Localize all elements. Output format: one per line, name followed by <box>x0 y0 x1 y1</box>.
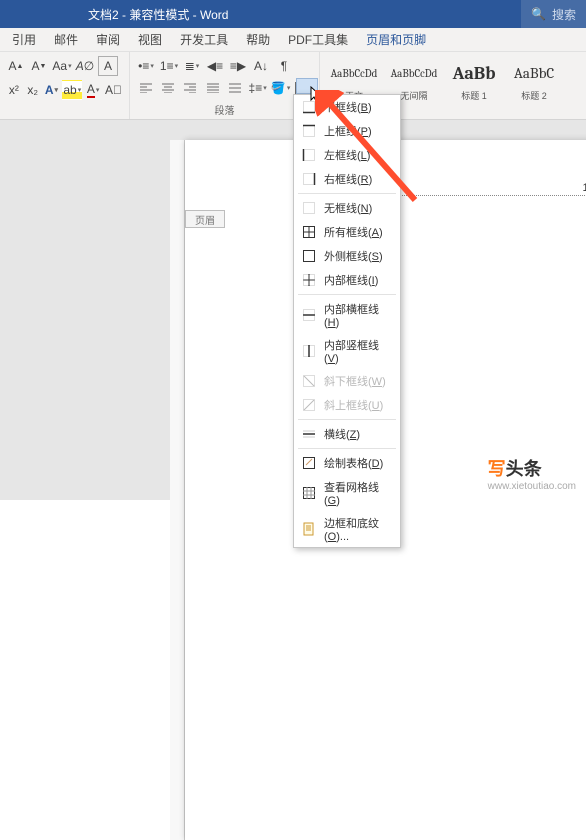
align-center-button[interactable] <box>158 78 177 98</box>
watermark-b: 头条 <box>506 459 542 479</box>
menu-separator <box>298 419 396 420</box>
text-effects-button[interactable]: A▾ <box>44 80 60 100</box>
menu-separator <box>298 294 396 295</box>
border-menu-hline[interactable]: 横线(Z) <box>294 422 400 446</box>
border-menu-ih[interactable]: 内部横框线(H) <box>294 297 400 333</box>
border-menu-none[interactable]: 无框线(N) <box>294 196 400 220</box>
show-marks-button[interactable]: ¶ <box>274 56 294 76</box>
style-标题 1[interactable]: AaBb标题 1 <box>446 56 502 105</box>
border-menu-top[interactable]: 上框线(P) <box>294 119 400 143</box>
window-title: 文档2 - 兼容性模式 - Word <box>88 6 228 23</box>
font-group: A▲ A▼ Aa▾ A∅ A x² x₂ A▾ ab▾ A▾ A⃞ <box>0 52 130 119</box>
borders-button-highlight <box>296 78 318 94</box>
border-menu-iv[interactable]: 内部竖框线(V) <box>294 333 400 369</box>
border-menu-inside[interactable]: 内部框线(I) <box>294 268 400 292</box>
superscript-button[interactable]: x² <box>6 80 22 100</box>
borders-dropdown-menu: 下框线(B)上框线(P)左框线(L)右框线(R) 无框线(N)所有框线(A)外侧框… <box>293 94 401 548</box>
indent-inc-button[interactable]: ≡▶ <box>228 56 248 76</box>
highlight-button[interactable]: ab▾ <box>62 80 82 100</box>
sort-button[interactable]: A↓ <box>251 56 271 76</box>
border-menu-grid[interactable]: 查看网格线(G) <box>294 475 400 511</box>
paragraph-group: •≡▾ 1≡▾ ≣▾ ◀≡ ≡▶ A↓ ¶ ‡≡▾ � <box>130 52 320 119</box>
font-size-up-button[interactable]: A▲ <box>6 56 26 76</box>
subscript-button[interactable]: x₂ <box>25 80 41 100</box>
border-menu-left[interactable]: 左框线(L) <box>294 143 400 167</box>
border-menu-outside[interactable]: 外侧框线(S) <box>294 244 400 268</box>
header-text[interactable]: 111111111 <box>578 182 586 194</box>
shading-button[interactable]: 🪣▾ <box>271 78 291 98</box>
style-标题 2[interactable]: AaBbC标题 2 <box>506 56 562 105</box>
line-spacing-button[interactable]: ‡≡▾ <box>248 78 268 98</box>
header-label: 页眉 <box>185 210 225 228</box>
tab-开发工具[interactable]: 开发工具 <box>172 28 236 51</box>
tab-PDF工具集[interactable]: PDF工具集 <box>280 28 356 51</box>
char-shading-button[interactable]: A⃞ <box>104 80 123 100</box>
ribbon-tabs: 引用邮件审阅视图开发工具帮助PDF工具集页眉和页脚 <box>0 28 586 52</box>
search-icon: 🔍 <box>531 7 546 21</box>
font-size-down-button[interactable]: A▼ <box>29 56 49 76</box>
border-menu-bottom[interactable]: 下框线(B) <box>294 95 400 119</box>
border-menu-dlg[interactable]: 边框和底纹(O)... <box>294 511 400 547</box>
vertical-ruler[interactable] <box>170 140 185 840</box>
distribute-button[interactable] <box>225 78 244 98</box>
watermark: 写头条 www.xietoutiao.com <box>488 455 576 492</box>
border-menu-draw[interactable]: 绘制表格(D) <box>294 451 400 475</box>
border-menu-diag2: 斜上框线(U) <box>294 393 400 417</box>
border-menu-diag1: 斜下框线(W) <box>294 369 400 393</box>
numbering-button[interactable]: 1≡▾ <box>159 56 179 76</box>
paragraph-group-label: 段落 <box>136 102 313 117</box>
tab-页眉和页脚[interactable]: 页眉和页脚 <box>358 28 434 51</box>
menu-separator <box>298 193 396 194</box>
align-justify-button[interactable] <box>203 78 222 98</box>
tab-帮助[interactable]: 帮助 <box>238 28 278 51</box>
menu-separator <box>298 448 396 449</box>
search-box[interactable]: 🔍 搜索 <box>521 0 586 28</box>
clear-format-button[interactable]: A∅ <box>75 56 95 76</box>
change-case-button[interactable]: Aa▾ <box>52 56 72 76</box>
watermark-a: 写 <box>488 459 506 479</box>
tab-邮件[interactable]: 邮件 <box>46 28 86 51</box>
char-border-button[interactable]: A <box>98 56 118 76</box>
border-menu-right[interactable]: 右框线(R) <box>294 167 400 191</box>
search-placeholder: 搜索 <box>552 6 576 23</box>
align-right-button[interactable] <box>181 78 200 98</box>
indent-dec-button[interactable]: ◀≡ <box>205 56 225 76</box>
tab-审阅[interactable]: 审阅 <box>88 28 128 51</box>
watermark-url: www.xietoutiao.com <box>488 481 576 492</box>
header-boundary: 111111111 <box>385 195 586 196</box>
titlebar: 文档2 - 兼容性模式 - Word <box>0 0 586 28</box>
border-menu-all[interactable]: 所有框线(A) <box>294 220 400 244</box>
bullets-button[interactable]: •≡▾ <box>136 56 156 76</box>
header-tag: 页眉 <box>179 210 225 228</box>
tab-引用[interactable]: 引用 <box>4 28 44 51</box>
font-group-label <box>6 106 123 117</box>
multilevel-button[interactable]: ≣▾ <box>182 56 202 76</box>
align-left-button[interactable] <box>136 78 155 98</box>
tab-视图[interactable]: 视图 <box>130 28 170 51</box>
font-color-button[interactable]: A▾ <box>85 80 101 100</box>
